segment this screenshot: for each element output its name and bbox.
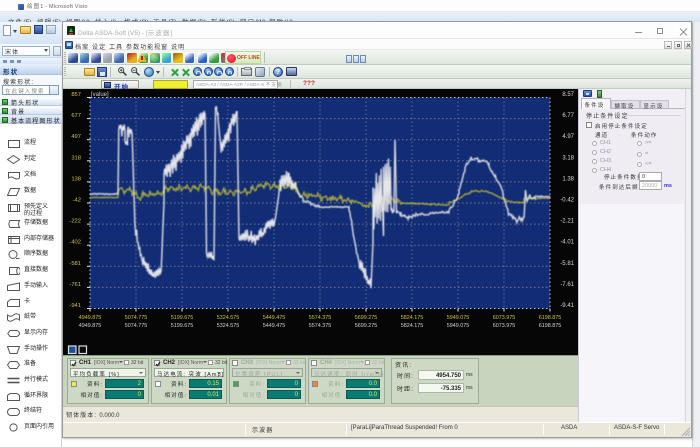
- svg-text:497: 497: [71, 134, 81, 140]
- svg-text:6198.875: 6198.875: [539, 323, 561, 329]
- svg-text:-42: -42: [73, 198, 81, 204]
- svg-text:5699.275: 5699.275: [355, 323, 377, 329]
- svg-text:6073.975: 6073.975: [493, 323, 515, 329]
- svg-text:-5.81: -5.81: [560, 261, 574, 267]
- svg-text:4949.875: 4949.875: [79, 315, 101, 321]
- svg-text:5074.775: 5074.775: [125, 315, 147, 321]
- svg-text:-0.42: -0.42: [560, 198, 574, 204]
- svg-text:-222: -222: [69, 219, 81, 225]
- svg-text:5324.575: 5324.575: [217, 323, 239, 329]
- svg-text:318: 318: [71, 155, 81, 161]
- svg-text:5449.475: 5449.475: [263, 323, 285, 329]
- svg-text:5949.075: 5949.075: [447, 315, 469, 321]
- svg-text:8.57: 8.57: [562, 92, 574, 98]
- svg-text:5449.475: 5449.475: [263, 315, 285, 321]
- svg-text:4949.875: 4949.875: [79, 323, 101, 329]
- svg-text:6073.975: 6073.975: [493, 315, 515, 321]
- svg-text:3.18: 3.18: [562, 155, 574, 161]
- svg-text:5824.175: 5824.175: [401, 323, 423, 329]
- svg-text:857: 857: [71, 92, 81, 98]
- svg-text:-2.21: -2.21: [560, 219, 574, 225]
- svg-text:-402: -402: [69, 240, 81, 246]
- svg-text:6198.875: 6198.875: [539, 315, 561, 321]
- svg-text:[value]: [value]: [91, 92, 109, 98]
- svg-text:138: 138: [71, 176, 81, 182]
- svg-text:677: 677: [71, 113, 81, 119]
- svg-text:6.77: 6.77: [562, 113, 574, 119]
- svg-text:5199.675: 5199.675: [171, 323, 193, 329]
- svg-text:-941: -941: [69, 303, 81, 309]
- svg-text:1.38: 1.38: [562, 176, 574, 182]
- svg-text:5824.175: 5824.175: [401, 315, 423, 321]
- svg-text:5699.275: 5699.275: [355, 315, 377, 321]
- svg-text:5074.775: 5074.775: [125, 323, 147, 329]
- svg-text:-761: -761: [69, 282, 81, 288]
- svg-text:-4.01: -4.01: [560, 240, 574, 246]
- svg-text:-581: -581: [69, 261, 81, 267]
- svg-text:5949.075: 5949.075: [447, 323, 469, 329]
- svg-text:-9.41: -9.41: [560, 303, 574, 309]
- svg-text:5574.375: 5574.375: [309, 323, 331, 329]
- svg-text:5574.375: 5574.375: [309, 315, 331, 321]
- svg-text:5324.575: 5324.575: [217, 315, 239, 321]
- svg-text:-7.61: -7.61: [560, 282, 574, 288]
- svg-text:4.97: 4.97: [562, 134, 574, 140]
- svg-text:5199.675: 5199.675: [171, 315, 193, 321]
